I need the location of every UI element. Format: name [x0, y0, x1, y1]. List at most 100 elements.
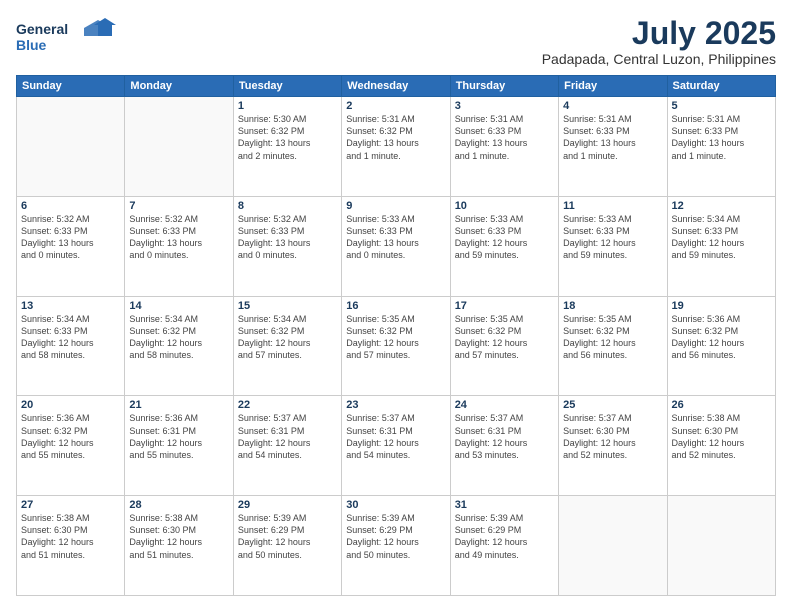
- day-number: 15: [238, 300, 337, 312]
- day-number: 26: [672, 399, 771, 411]
- day-number: 12: [672, 200, 771, 212]
- calendar-cell: 22Sunrise: 5:37 AM Sunset: 6:31 PM Dayli…: [233, 396, 341, 496]
- calendar-cell: 14Sunrise: 5:34 AM Sunset: 6:32 PM Dayli…: [125, 296, 233, 396]
- day-detail: Sunrise: 5:32 AM Sunset: 6:33 PM Dayligh…: [238, 213, 337, 262]
- calendar-cell: [667, 496, 775, 596]
- calendar-table: SundayMondayTuesdayWednesdayThursdayFrid…: [16, 75, 776, 596]
- calendar-cell: 7Sunrise: 5:32 AM Sunset: 6:33 PM Daylig…: [125, 196, 233, 296]
- day-number: 1: [238, 100, 337, 112]
- calendar-cell: 27Sunrise: 5:38 AM Sunset: 6:30 PM Dayli…: [17, 496, 125, 596]
- day-number: 10: [455, 200, 554, 212]
- calendar-cell: 4Sunrise: 5:31 AM Sunset: 6:33 PM Daylig…: [559, 97, 667, 197]
- day-detail: Sunrise: 5:34 AM Sunset: 6:33 PM Dayligh…: [21, 313, 120, 362]
- day-number: 24: [455, 399, 554, 411]
- day-number: 18: [563, 300, 662, 312]
- week-row-1: 1Sunrise: 5:30 AM Sunset: 6:32 PM Daylig…: [17, 97, 776, 197]
- calendar-cell: 13Sunrise: 5:34 AM Sunset: 6:33 PM Dayli…: [17, 296, 125, 396]
- day-detail: Sunrise: 5:39 AM Sunset: 6:29 PM Dayligh…: [455, 512, 554, 561]
- svg-text:Blue: Blue: [16, 37, 47, 53]
- day-detail: Sunrise: 5:38 AM Sunset: 6:30 PM Dayligh…: [21, 512, 120, 561]
- day-detail: Sunrise: 5:32 AM Sunset: 6:33 PM Dayligh…: [129, 213, 228, 262]
- day-number: 27: [21, 499, 120, 511]
- day-number: 28: [129, 499, 228, 511]
- calendar-cell: 19Sunrise: 5:36 AM Sunset: 6:32 PM Dayli…: [667, 296, 775, 396]
- calendar-cell: 1Sunrise: 5:30 AM Sunset: 6:32 PM Daylig…: [233, 97, 341, 197]
- calendar-cell: 3Sunrise: 5:31 AM Sunset: 6:33 PM Daylig…: [450, 97, 558, 197]
- week-row-4: 20Sunrise: 5:36 AM Sunset: 6:32 PM Dayli…: [17, 396, 776, 496]
- day-detail: Sunrise: 5:35 AM Sunset: 6:32 PM Dayligh…: [563, 313, 662, 362]
- calendar-cell: 28Sunrise: 5:38 AM Sunset: 6:30 PM Dayli…: [125, 496, 233, 596]
- calendar-cell: 12Sunrise: 5:34 AM Sunset: 6:33 PM Dayli…: [667, 196, 775, 296]
- day-number: 7: [129, 200, 228, 212]
- calendar-cell: 6Sunrise: 5:32 AM Sunset: 6:33 PM Daylig…: [17, 196, 125, 296]
- day-number: 23: [346, 399, 445, 411]
- calendar-cell: 21Sunrise: 5:36 AM Sunset: 6:31 PM Dayli…: [125, 396, 233, 496]
- calendar-cell: [17, 97, 125, 197]
- day-number: 5: [672, 100, 771, 112]
- day-detail: Sunrise: 5:34 AM Sunset: 6:32 PM Dayligh…: [238, 313, 337, 362]
- day-number: 6: [21, 200, 120, 212]
- calendar-cell: 16Sunrise: 5:35 AM Sunset: 6:32 PM Dayli…: [342, 296, 450, 396]
- calendar-cell: 11Sunrise: 5:33 AM Sunset: 6:33 PM Dayli…: [559, 196, 667, 296]
- day-detail: Sunrise: 5:33 AM Sunset: 6:33 PM Dayligh…: [346, 213, 445, 262]
- subtitle: Padapada, Central Luzon, Philippines: [542, 51, 776, 67]
- day-number: 16: [346, 300, 445, 312]
- day-detail: Sunrise: 5:33 AM Sunset: 6:33 PM Dayligh…: [563, 213, 662, 262]
- day-detail: Sunrise: 5:37 AM Sunset: 6:31 PM Dayligh…: [346, 412, 445, 461]
- day-detail: Sunrise: 5:31 AM Sunset: 6:33 PM Dayligh…: [563, 113, 662, 162]
- day-number: 9: [346, 200, 445, 212]
- calendar-cell: 23Sunrise: 5:37 AM Sunset: 6:31 PM Dayli…: [342, 396, 450, 496]
- weekday-header-friday: Friday: [559, 76, 667, 97]
- weekday-header-row: SundayMondayTuesdayWednesdayThursdayFrid…: [17, 76, 776, 97]
- calendar-cell: 8Sunrise: 5:32 AM Sunset: 6:33 PM Daylig…: [233, 196, 341, 296]
- calendar-cell: 29Sunrise: 5:39 AM Sunset: 6:29 PM Dayli…: [233, 496, 341, 596]
- weekday-header-thursday: Thursday: [450, 76, 558, 97]
- day-number: 3: [455, 100, 554, 112]
- day-detail: Sunrise: 5:37 AM Sunset: 6:31 PM Dayligh…: [455, 412, 554, 461]
- title-block: July 2025 Padapada, Central Luzon, Phili…: [542, 16, 776, 67]
- day-number: 20: [21, 399, 120, 411]
- weekday-header-wednesday: Wednesday: [342, 76, 450, 97]
- calendar-cell: 17Sunrise: 5:35 AM Sunset: 6:32 PM Dayli…: [450, 296, 558, 396]
- logo: General Blue: [16, 16, 126, 58]
- day-detail: Sunrise: 5:38 AM Sunset: 6:30 PM Dayligh…: [129, 512, 228, 561]
- day-detail: Sunrise: 5:37 AM Sunset: 6:31 PM Dayligh…: [238, 412, 337, 461]
- weekday-header-tuesday: Tuesday: [233, 76, 341, 97]
- day-detail: Sunrise: 5:37 AM Sunset: 6:30 PM Dayligh…: [563, 412, 662, 461]
- logo-svg: General Blue: [16, 16, 126, 58]
- calendar-cell: 18Sunrise: 5:35 AM Sunset: 6:32 PM Dayli…: [559, 296, 667, 396]
- day-number: 19: [672, 300, 771, 312]
- day-number: 30: [346, 499, 445, 511]
- day-detail: Sunrise: 5:39 AM Sunset: 6:29 PM Dayligh…: [238, 512, 337, 561]
- day-detail: Sunrise: 5:35 AM Sunset: 6:32 PM Dayligh…: [346, 313, 445, 362]
- header: General Blue July 2025 Padapada, Central…: [16, 16, 776, 67]
- day-number: 8: [238, 200, 337, 212]
- calendar-cell: 5Sunrise: 5:31 AM Sunset: 6:33 PM Daylig…: [667, 97, 775, 197]
- day-detail: Sunrise: 5:36 AM Sunset: 6:32 PM Dayligh…: [21, 412, 120, 461]
- day-detail: Sunrise: 5:39 AM Sunset: 6:29 PM Dayligh…: [346, 512, 445, 561]
- day-detail: Sunrise: 5:36 AM Sunset: 6:32 PM Dayligh…: [672, 313, 771, 362]
- calendar-cell: 9Sunrise: 5:33 AM Sunset: 6:33 PM Daylig…: [342, 196, 450, 296]
- week-row-2: 6 Sunrise: 5:32 AM Sunset: 6:33 PM Daylig…: [17, 196, 776, 296]
- calendar-cell: 26Sunrise: 5:38 AM Sunset: 6:30 PM Dayli…: [667, 396, 775, 496]
- calendar-cell: 2Sunrise: 5:31 AM Sunset: 6:32 PM Daylig…: [342, 97, 450, 197]
- day-number: 31: [455, 499, 554, 511]
- calendar-cell: 25Sunrise: 5:37 AM Sunset: 6:30 PM Dayli…: [559, 396, 667, 496]
- day-detail: Sunrise: 5:38 AM Sunset: 6:30 PM Dayligh…: [672, 412, 771, 461]
- day-detail: Sunrise: 5:36 AM Sunset: 6:31 PM Dayligh…: [129, 412, 228, 461]
- day-number: 17: [455, 300, 554, 312]
- calendar-cell: [125, 97, 233, 197]
- day-number: 14: [129, 300, 228, 312]
- weekday-header-saturday: Saturday: [667, 76, 775, 97]
- day-detail: Sunrise: 5:33 AM Sunset: 6:33 PM Dayligh…: [455, 213, 554, 262]
- calendar-cell: 15Sunrise: 5:34 AM Sunset: 6:32 PM Dayli…: [233, 296, 341, 396]
- calendar-cell: 24Sunrise: 5:37 AM Sunset: 6:31 PM Dayli…: [450, 396, 558, 496]
- calendar-cell: 20Sunrise: 5:36 AM Sunset: 6:32 PM Dayli…: [17, 396, 125, 496]
- calendar-cell: 31Sunrise: 5:39 AM Sunset: 6:29 PM Dayli…: [450, 496, 558, 596]
- day-detail: Sunrise: 5:31 AM Sunset: 6:32 PM Dayligh…: [346, 113, 445, 162]
- day-number: 11: [563, 200, 662, 212]
- day-detail: Sunrise: 5:35 AM Sunset: 6:32 PM Dayligh…: [455, 313, 554, 362]
- week-row-3: 13Sunrise: 5:34 AM Sunset: 6:33 PM Dayli…: [17, 296, 776, 396]
- day-detail: Sunrise: 5:34 AM Sunset: 6:33 PM Dayligh…: [672, 213, 771, 262]
- svg-text:General: General: [16, 21, 68, 37]
